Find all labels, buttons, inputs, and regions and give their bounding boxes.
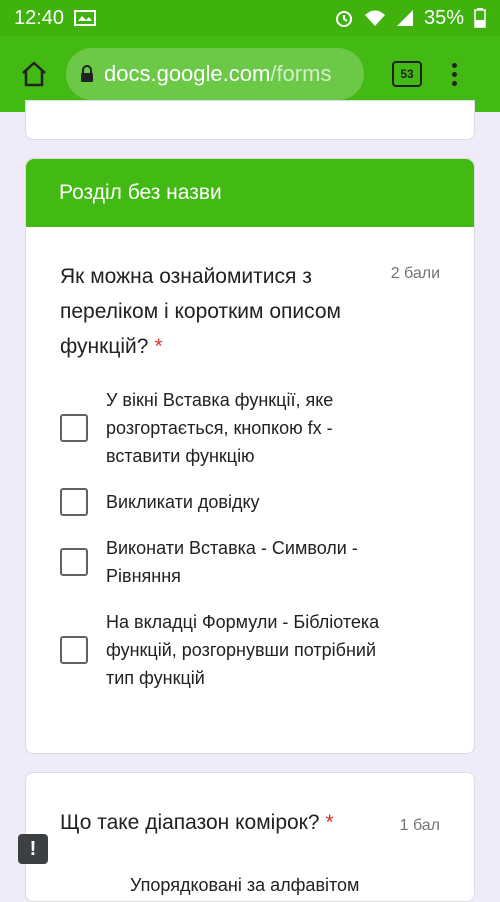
option-3-label: Виконати Вставка - Символи - Рівняння	[106, 538, 358, 586]
option-4[interactable]: На вкладці Формули - Бібліотека функцій,…	[60, 608, 440, 692]
option-1-label: У вікні Вставка функції, яке розгортаєть…	[106, 390, 334, 466]
signal-icon	[396, 9, 414, 27]
menu-icon[interactable]	[452, 62, 457, 86]
question-1-options: У вікні Вставка функції, яке розгортаєть…	[60, 386, 440, 692]
alarm-icon	[334, 8, 354, 28]
battery-percent: 35%	[423, 6, 464, 29]
question-2-option-1-label: Упорядковані за алфавітом	[130, 875, 360, 895]
question-2-points: 1 бал	[399, 817, 440, 834]
status-bar: 12:40 35%	[0, 0, 500, 36]
option-4-label: На вкладці Формули - Бібліотека функцій,…	[106, 612, 380, 688]
option-4-checkbox[interactable]	[60, 636, 88, 664]
lock-icon	[80, 65, 94, 83]
question-1: Як можна ознайомитися з переліком і коро…	[26, 227, 474, 692]
section-card: Розділ без назви Як можна ознайомитися з…	[25, 158, 475, 754]
wifi-icon	[364, 9, 386, 27]
question-1-title: Як можна ознайомитися з переліком і коро…	[60, 265, 341, 358]
home-icon	[22, 61, 46, 87]
url-bar[interactable]: docs.google.com/forms	[66, 48, 364, 100]
section-title: Розділ без назви	[26, 159, 474, 227]
question-1-points: 2 бали	[390, 265, 440, 282]
option-2-checkbox[interactable]	[60, 488, 88, 516]
previous-card	[25, 100, 475, 140]
url-domain: docs.google.com	[104, 61, 271, 86]
option-3[interactable]: Виконати Вставка - Символи - Рівняння	[60, 534, 440, 590]
home-button[interactable]	[12, 52, 56, 96]
option-2-label: Викликати довідку	[106, 492, 260, 512]
required-asterisk: *	[325, 811, 334, 834]
option-1-checkbox[interactable]	[60, 414, 88, 442]
question-2-card: Що таке діапазон комірок? * 1 бал Упорядк…	[25, 772, 475, 902]
screenshot-icon	[74, 10, 97, 26]
option-3-checkbox[interactable]	[60, 548, 88, 576]
option-2[interactable]: Викликати довідку	[60, 488, 440, 516]
url-path: /forms	[270, 61, 332, 86]
status-time: 12:40	[14, 6, 65, 29]
tab-switcher-button[interactable]: 53	[392, 61, 422, 87]
feedback-icon[interactable]: !	[18, 834, 48, 864]
required-asterisk: *	[154, 335, 163, 358]
question-2-title: Що таке діапазон комірок? *	[60, 811, 334, 834]
battery-icon	[474, 8, 486, 28]
option-1[interactable]: У вікні Вставка функції, яке розгортаєть…	[60, 386, 440, 470]
